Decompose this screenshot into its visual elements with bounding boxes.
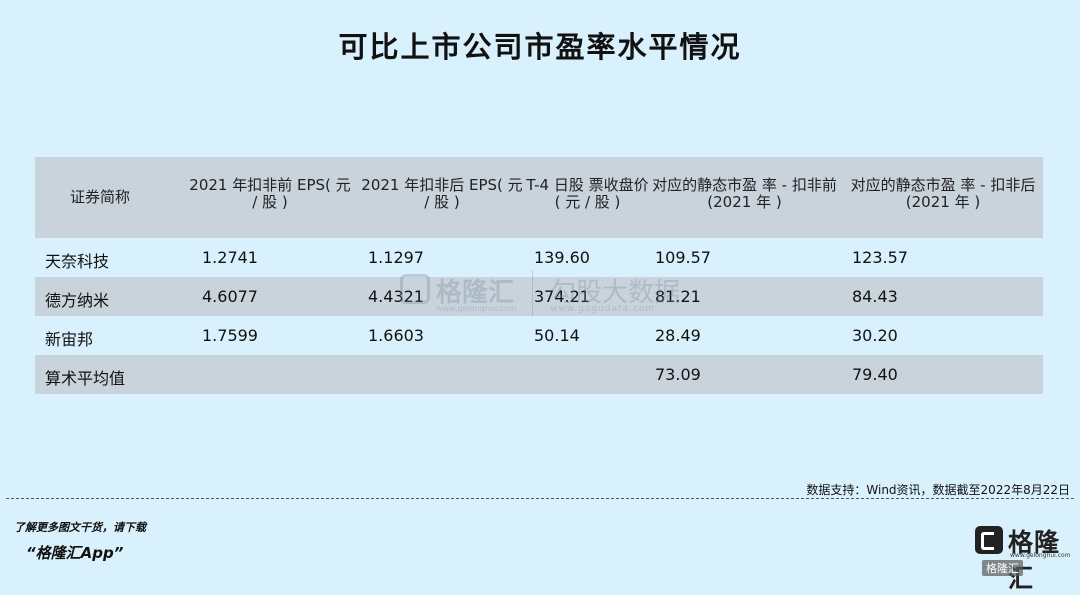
header-pe-after: 对应的静态市盈 率 - 扣非后 (2021 年 ) (850, 176, 1036, 211)
page-title: 可比上市公司市盈率水平情况 (338, 30, 742, 64)
brand-name: 格隆汇 (1008, 528, 1061, 593)
brand-site: www.gelonghui.com (1010, 552, 1071, 559)
promo-app-name: “格隆汇App” (26, 544, 124, 562)
brand-logo-icon (975, 526, 1003, 554)
data-source-note: 数据支持：Wind资讯，数据截至2022年8月22日 (806, 483, 1070, 497)
header-pe-before: 对应的静态市盈 率 - 扣非前 (2021 年 ) (652, 176, 837, 211)
cell-eps-after: 1.1297 (368, 248, 424, 267)
cell-security-name: 天奈科技 (45, 252, 110, 271)
cell-security-name: 德方纳米 (45, 291, 110, 310)
table-row: 新宙邦 1.7599 1.6603 50.14 28.49 30.20 (35, 316, 1043, 355)
header-eps-before: 2021 年扣非前 EPS( 元 / 股 ) (189, 176, 351, 211)
footer-divider (6, 498, 1074, 499)
table-header: 证券简称 2021 年扣非前 EPS( 元 / 股 ) 2021 年扣非后 EP… (35, 157, 1043, 238)
cell-close-price: 50.14 (534, 326, 580, 345)
header-close-price: T-4 日股 票收盘价 ( 元 / 股 ) (526, 176, 649, 211)
cell-pe-before: 81.21 (655, 287, 701, 306)
header-security-name: 证券简称 (69, 188, 130, 206)
cell-close-price: 374.21 (534, 287, 590, 306)
cell-security-name: 新宙邦 (45, 330, 94, 349)
cell-pe-before: 28.49 (655, 326, 701, 345)
cell-eps-after: 4.4321 (368, 287, 424, 306)
table-row: 德方纳米 4.6077 4.4321 374.21 81.21 84.43 (35, 277, 1043, 316)
brand-block: 格隆汇 www.gelonghui.com 格隆汇 (970, 520, 1080, 593)
table-row-average: 算术平均值 73.09 79.40 (35, 355, 1043, 394)
header-eps-after: 2021 年扣非后 EPS( 元 / 股 ) (361, 176, 523, 211)
cell-pe-after: 30.20 (852, 326, 898, 345)
cell-eps-after: 1.6603 (368, 326, 424, 345)
cell-close-price: 139.60 (534, 248, 590, 267)
cell-pe-after: 84.43 (852, 287, 898, 306)
cell-pe-after: 123.57 (852, 248, 908, 267)
pe-table: 证券简称 2021 年扣非前 EPS( 元 / 股 ) 2021 年扣非后 EP… (35, 157, 1043, 394)
cell-average-label: 算术平均值 (45, 369, 126, 388)
cell-eps-before: 1.7599 (202, 326, 258, 345)
promo-text: 了解更多图文干货，请下载 (14, 521, 146, 534)
table-row: 天奈科技 1.2741 1.1297 139.60 109.57 123.57 (35, 238, 1043, 277)
cell-pe-after-average: 79.40 (852, 365, 898, 384)
cell-eps-before: 1.2741 (202, 248, 258, 267)
brand-tag: 格隆汇 (982, 560, 1023, 576)
cell-pe-before-average: 73.09 (655, 365, 701, 384)
cell-pe-before: 109.57 (655, 248, 711, 267)
cell-eps-before: 4.6077 (202, 287, 258, 306)
